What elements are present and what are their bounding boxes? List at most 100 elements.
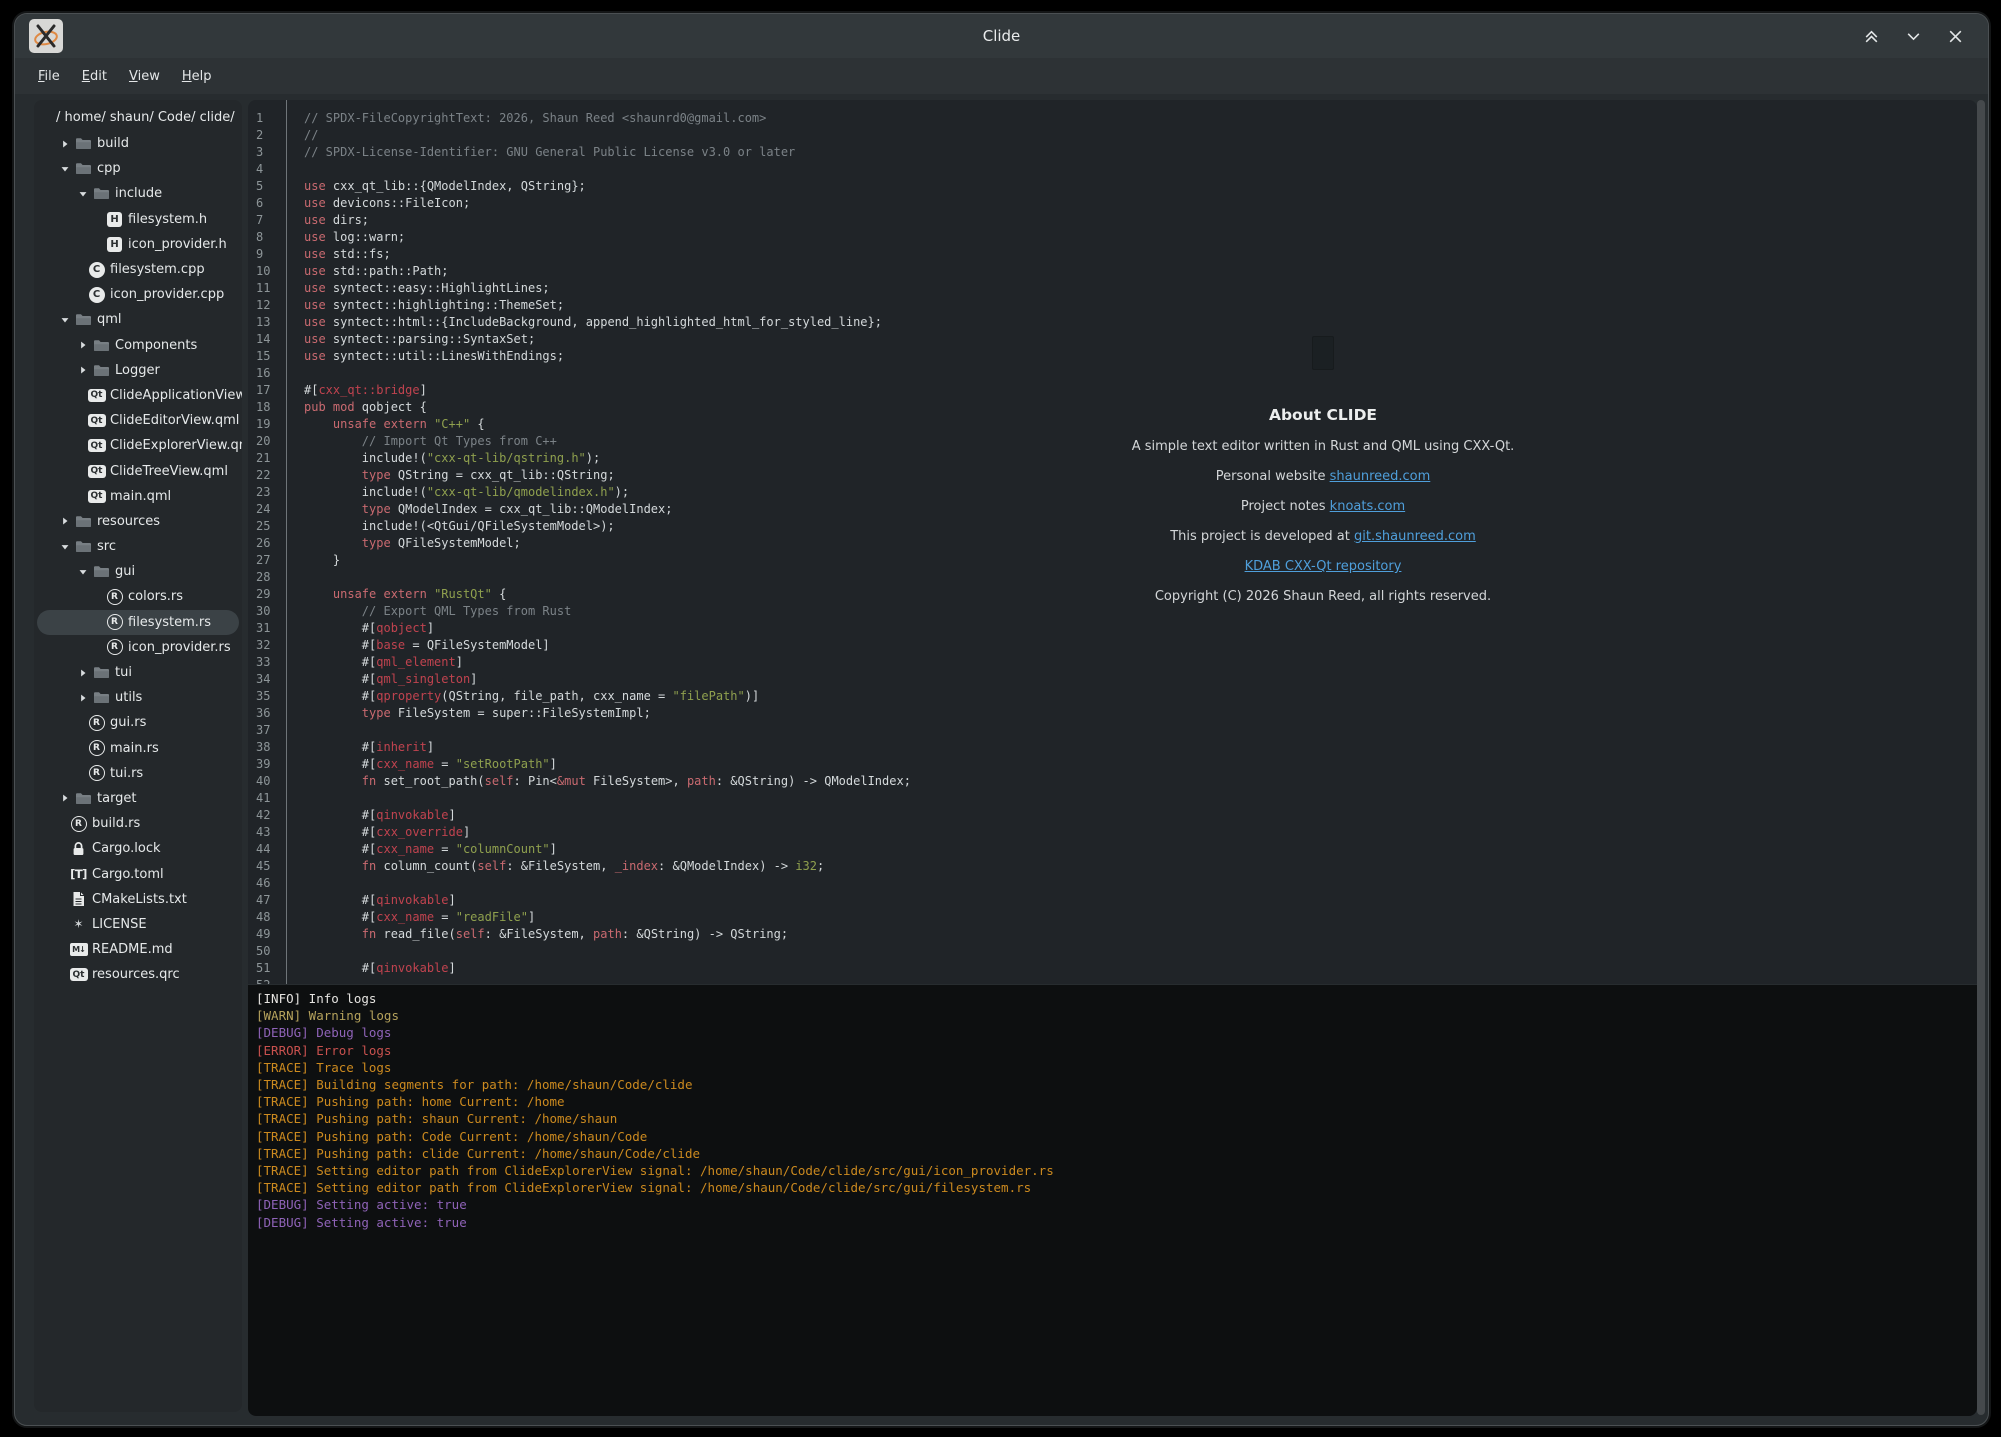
qt-file-icon: Qt bbox=[86, 490, 107, 503]
ascii-art-box bbox=[1312, 336, 1334, 370]
chevron-right-icon[interactable] bbox=[74, 365, 91, 375]
editor-scrollbar[interactable] bbox=[1977, 100, 1985, 1415]
code-line: 9use std::fs; bbox=[248, 246, 1977, 263]
tree-item[interactable]: [T]Cargo.toml bbox=[37, 861, 239, 886]
log-line-debug: [DEBUG] Setting active: true bbox=[256, 1196, 1969, 1213]
tree-item[interactable]: Cfilesystem.cpp bbox=[37, 257, 239, 282]
line-number: 18 bbox=[248, 399, 290, 416]
tree-item-label: src bbox=[97, 539, 116, 554]
tree-item[interactable]: target bbox=[37, 786, 239, 811]
line-number: 14 bbox=[248, 331, 290, 348]
line-number: 26 bbox=[248, 535, 290, 552]
tree-item[interactable]: utils bbox=[37, 685, 239, 710]
chevron-right-icon[interactable] bbox=[56, 139, 73, 149]
tree-item[interactable]: gui bbox=[37, 559, 239, 584]
line-number: 1 bbox=[248, 110, 290, 127]
text-file-icon bbox=[68, 891, 89, 907]
line-number: 34 bbox=[248, 671, 290, 688]
about-link[interactable]: shaunreed.com bbox=[1330, 469, 1431, 484]
tree-item[interactable]: Components bbox=[37, 333, 239, 358]
tree-item[interactable]: Ricon_provider.rs bbox=[37, 635, 239, 660]
about-link[interactable]: knoats.com bbox=[1330, 499, 1405, 514]
menubar: FileEditViewHelp bbox=[15, 58, 1988, 94]
tree-item[interactable]: Qtmain.qml bbox=[37, 484, 239, 509]
code-line: 12use syntect::highlighting::ThemeSet; bbox=[248, 297, 1977, 314]
menu-help[interactable]: Help bbox=[173, 66, 221, 87]
chevron-down-icon[interactable] bbox=[56, 542, 73, 552]
line-number: 9 bbox=[248, 246, 290, 263]
line-number: 35 bbox=[248, 688, 290, 705]
about-link[interactable]: KDAB CXX-Qt repository bbox=[1245, 559, 1402, 574]
chevron-right-icon[interactable] bbox=[74, 668, 91, 678]
tree-item[interactable]: Rgui.rs bbox=[37, 710, 239, 735]
tree-item[interactable]: QtClideApplicationView.qml bbox=[37, 383, 239, 408]
tree-item[interactable]: qml bbox=[37, 307, 239, 332]
tree-item[interactable]: Logger bbox=[37, 358, 239, 383]
line-number: 3 bbox=[248, 144, 290, 161]
menu-edit[interactable]: Edit bbox=[73, 66, 116, 87]
tree-item[interactable]: Rtui.rs bbox=[37, 761, 239, 786]
tree-item[interactable]: CMakeLists.txt bbox=[37, 887, 239, 912]
tree-item[interactable]: Qtresources.qrc bbox=[37, 962, 239, 987]
tree-item[interactable]: Hicon_provider.h bbox=[37, 232, 239, 257]
tree-item[interactable]: resources bbox=[37, 509, 239, 534]
close-button[interactable] bbox=[1944, 25, 1966, 47]
line-number: 48 bbox=[248, 909, 290, 926]
menu-view[interactable]: View bbox=[120, 66, 169, 87]
tree-item[interactable]: Hfilesystem.h bbox=[37, 207, 239, 232]
tree-item-label: Cargo.lock bbox=[92, 841, 161, 856]
tree-item[interactable]: Cargo.lock bbox=[37, 836, 239, 861]
line-number: 4 bbox=[248, 161, 290, 178]
chevron-down-button[interactable] bbox=[1902, 25, 1924, 47]
tree-item-label: build bbox=[97, 136, 129, 151]
line-number: 19 bbox=[248, 416, 290, 433]
chevron-down-icon[interactable] bbox=[74, 189, 91, 199]
tree-item[interactable]: ✶LICENSE bbox=[37, 912, 239, 937]
tree-item[interactable]: tui bbox=[37, 660, 239, 685]
log-panel[interactable]: [INFO] Info logs[WARN] Warning logs[DEBU… bbox=[248, 985, 1977, 1416]
chevron-down-icon[interactable] bbox=[56, 164, 73, 174]
chevron-right-icon[interactable] bbox=[56, 793, 73, 803]
folder-icon bbox=[91, 186, 112, 201]
line-number: 31 bbox=[248, 620, 290, 637]
line-number: 21 bbox=[248, 450, 290, 467]
about-text: Copyright (C) 2026 Shaun Reed, all right… bbox=[1155, 589, 1491, 604]
tree-item[interactable]: Rcolors.rs bbox=[37, 584, 239, 609]
tree-item[interactable]: Cicon_provider.cpp bbox=[37, 282, 239, 307]
tree-item-label: target bbox=[97, 791, 137, 806]
chevron-down-icon[interactable] bbox=[56, 315, 73, 325]
double-chevron-up-button[interactable] bbox=[1860, 25, 1882, 47]
tree-item[interactable]: QtClideExplorerView.qml bbox=[37, 433, 239, 458]
line-number: 17 bbox=[248, 382, 290, 399]
about-link[interactable]: git.shaunreed.com bbox=[1354, 529, 1476, 544]
code-line: 3// SPDX-License-Identifier: GNU General… bbox=[248, 144, 1977, 161]
about-text: Personal website bbox=[1216, 469, 1330, 484]
chevron-right-icon[interactable] bbox=[74, 340, 91, 350]
chevron-right-icon[interactable] bbox=[56, 516, 73, 526]
tree-item[interactable]: Rmain.rs bbox=[37, 736, 239, 761]
tree-item[interactable]: build bbox=[37, 131, 239, 156]
code-line: 49 fn read_file(self: &FileSystem, path:… bbox=[248, 926, 1977, 943]
chevron-right-icon[interactable] bbox=[74, 693, 91, 703]
folder-icon bbox=[73, 514, 94, 529]
log-line-debug: [DEBUG] Debug logs bbox=[256, 1024, 1969, 1041]
code-line: 40 fn set_root_path(self: Pin<&mut FileS… bbox=[248, 773, 1977, 790]
log-line-debug: [DEBUG] Setting active: true bbox=[256, 1214, 1969, 1231]
tree-item[interactable]: cpp bbox=[37, 156, 239, 181]
tree-item[interactable]: Rbuild.rs bbox=[37, 811, 239, 836]
tree-item[interactable]: QtClideTreeView.qml bbox=[37, 458, 239, 483]
line-number: 36 bbox=[248, 705, 290, 722]
line-number: 8 bbox=[248, 229, 290, 246]
code-editor[interactable]: 1// SPDX-FileCopyrightText: 2026, Shaun … bbox=[248, 100, 1977, 984]
tree-item[interactable]: Rfilesystem.rs bbox=[37, 610, 239, 635]
chevron-down-icon[interactable] bbox=[74, 567, 91, 577]
about-panel: About CLIDE A simple text editor written… bbox=[1063, 336, 1583, 604]
tree-item[interactable]: include bbox=[37, 181, 239, 206]
titlebar[interactable]: Clide bbox=[15, 14, 1988, 58]
tree-item[interactable]: QtClideEditorView.qml bbox=[37, 408, 239, 433]
menu-file[interactable]: File bbox=[29, 66, 69, 87]
tree-item[interactable]: src bbox=[37, 534, 239, 559]
tree-item[interactable]: M↓README.md bbox=[37, 937, 239, 962]
folder-icon bbox=[91, 363, 112, 378]
about-heading: About CLIDE bbox=[1063, 406, 1583, 424]
